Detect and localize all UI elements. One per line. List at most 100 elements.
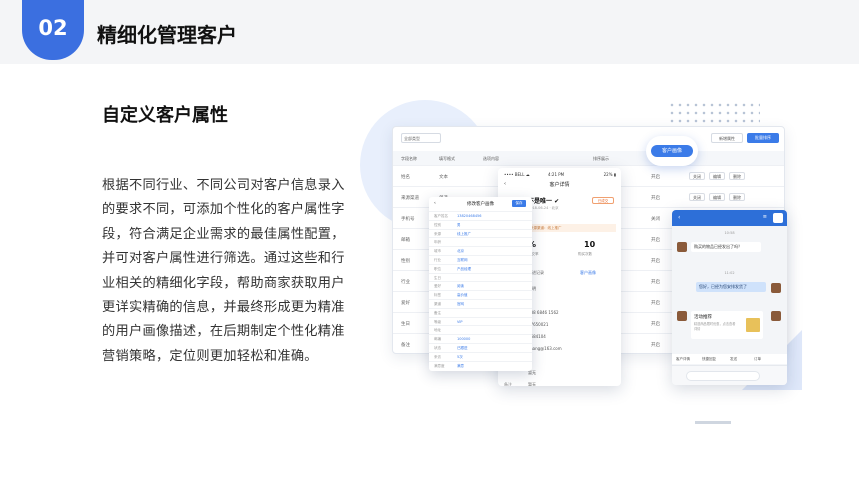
column-header: 填写格式 [439, 156, 455, 161]
form-row[interactable]: 城市 北京 [429, 246, 532, 255]
form-row[interactable]: 生日 [429, 272, 532, 282]
form-row[interactable]: 状态 已跟进 [429, 342, 532, 352]
form-label: 渠道 [434, 301, 441, 306]
customer-name: 不是唯一 ✔ [528, 198, 560, 205]
form-value: 互联网 [457, 257, 468, 262]
chat-toolbar: 客户详情 快捷回复 发送 订单 [672, 354, 787, 364]
avatar [677, 311, 687, 321]
detail-value: 张明 [528, 286, 536, 291]
nav-bar: ‹ 修改客户画像 保存 [429, 200, 532, 207]
form-row[interactable]: 地址 [429, 325, 532, 334]
form-label: 行业 [434, 257, 441, 262]
form-row[interactable]: 来访 5次 [429, 351, 532, 361]
back-icon[interactable]: ‹ [678, 214, 680, 221]
cell-status: 开启 [651, 343, 660, 348]
form-label: 城市 [434, 249, 441, 254]
tool-quick-reply[interactable]: 快捷回复 [702, 357, 716, 362]
tool-customer-detail[interactable]: 客户详情 [676, 357, 690, 362]
decorative-dash [695, 421, 731, 424]
chat-message-outgoing: 您好，已经为您安排发货了 [696, 282, 766, 292]
cell-name: 来源渠道 [401, 196, 419, 201]
save-button[interactable]: 保存 [512, 200, 526, 207]
batch-sort-button[interactable]: 批量排序 [747, 133, 779, 143]
form-value: 5次 [457, 354, 463, 359]
cell-name: 爱好 [401, 301, 410, 306]
type-filter-select[interactable]: 全部类型 [401, 133, 441, 143]
avatar [771, 311, 781, 321]
menu-icon[interactable]: ≡ [763, 214, 767, 220]
page-title: 精细化管理客户 [97, 23, 237, 47]
form-row[interactable]: 备注 [429, 307, 532, 317]
avatar [677, 242, 687, 252]
edit-persona-phone: ‹ 修改客户画像 保存 客户姓名 13820468456 性别 男来源 线上推广 年龄 城市… [429, 197, 532, 371]
section-number-badge: 02 [22, 0, 84, 60]
add-attribute-button[interactable]: 新增属性 [711, 133, 743, 143]
chat-top-bar: ‹ ≡ [672, 210, 787, 226]
column-header: 排序展示 [593, 156, 609, 161]
form-row[interactable]: 来源 线上推广 [429, 228, 532, 238]
back-icon[interactable]: ‹ [504, 181, 506, 187]
form-row[interactable]: 职位 产品经理 [429, 263, 532, 273]
user-icon[interactable] [773, 213, 783, 223]
form-row[interactable]: 爱好 阅读 [429, 281, 532, 290]
deal-status-badge: 已成交 [592, 197, 614, 204]
form-label: 性别 [434, 222, 441, 227]
cell-status: 开启 [651, 301, 660, 306]
toggle-button[interactable]: 关闭 [689, 193, 705, 201]
nav-title: 客户详情 [549, 182, 570, 188]
tool-send[interactable]: 发送 [730, 357, 737, 362]
form-row[interactable]: 行业 互联网 [429, 254, 532, 264]
cell-status: 开启 [651, 259, 660, 264]
form-value: 北京 [457, 249, 464, 254]
form-row[interactable]: 性别 男 [429, 219, 532, 229]
form-value: 已跟进 [457, 345, 468, 350]
tab-persona[interactable]: 客户画像 [580, 270, 596, 276]
chat-input[interactable] [686, 371, 760, 381]
detail-value: 27650021 [528, 322, 549, 327]
back-icon[interactable]: ‹ [434, 201, 436, 206]
nav-bar: ‹ 客户详情 [498, 181, 621, 188]
toggle-button[interactable]: 关闭 [689, 172, 705, 180]
cell-status: 关闭 [651, 217, 660, 222]
form-value: 线上推广 [457, 231, 471, 236]
form-label: 备注 [434, 310, 441, 315]
form-row[interactable]: 客户姓名 13820468456 [429, 211, 532, 220]
cell-status: 开启 [651, 175, 660, 180]
form-value: 满意 [457, 363, 464, 368]
form-value: 13820468456 [457, 214, 482, 218]
delete-button[interactable]: 删除 [729, 193, 745, 201]
detail-value: 暂无 [528, 370, 536, 375]
detail-value: 4684104 [528, 334, 546, 339]
form-row[interactable]: 标签 高价值 [429, 290, 532, 299]
row-actions: 关闭编辑删除 [689, 193, 749, 201]
form-label: 年龄 [434, 240, 441, 245]
cell-name: 姓名 [401, 175, 410, 180]
delete-button[interactable]: 删除 [729, 172, 745, 180]
tool-order[interactable]: 订单 [754, 357, 761, 362]
form-row[interactable]: 年龄 [429, 237, 532, 246]
battery-text: 22% ▮ [603, 172, 616, 177]
form-value: 男 [457, 222, 461, 227]
detail-value: 暂无 [528, 382, 536, 386]
cell-name: 行业 [401, 280, 410, 285]
stat-value: 10 [584, 240, 596, 249]
column-header: 字段名称 [401, 156, 417, 161]
edit-button[interactable]: 编辑 [709, 193, 725, 201]
cell-name: 手机号 [401, 217, 415, 222]
form-row[interactable]: 渠道 官网 [429, 298, 532, 308]
section-title: 自定义客户属性 [102, 105, 228, 126]
form-label: 职位 [434, 266, 441, 271]
edit-button[interactable]: 编辑 [709, 172, 725, 180]
chat-timestamp: 10:58 [724, 231, 735, 235]
form-row[interactable]: 邮编 100000 [429, 334, 532, 343]
chat-message-incoming: 购买的物品已经发出了吗？ [691, 242, 761, 252]
promo-card-message[interactable]: 活动推荐 精选商品限时优惠，点击查看详情 [691, 311, 763, 339]
cell-name: 生日 [401, 322, 410, 327]
customer-persona-button[interactable]: 客户画像 [646, 136, 698, 166]
cell-status: 开启 [651, 238, 660, 243]
column-header: 选项内容 [483, 156, 499, 161]
cell-status: 开启 [651, 322, 660, 327]
promo-card-image [746, 318, 760, 332]
form-row[interactable]: 满意度 满意 [429, 360, 532, 370]
form-row[interactable]: 等级 VIP [429, 316, 532, 326]
